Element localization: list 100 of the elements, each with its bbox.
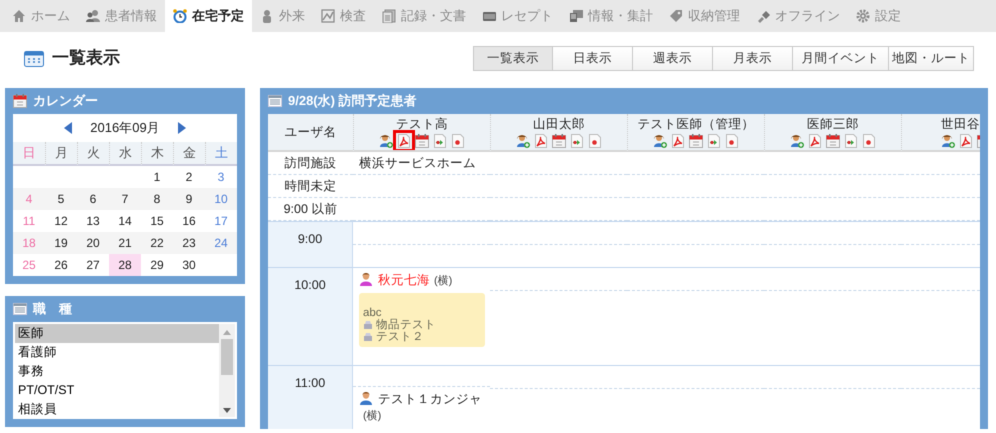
patient-name[interactable]: テスト１カンジャ — [378, 392, 482, 406]
box-icon — [363, 320, 373, 330]
card-icon — [482, 9, 496, 23]
weekday-header: 水 — [109, 142, 141, 166]
column-header: ユーザ名 — [284, 124, 336, 141]
job-type-list[interactable]: 医師 看護師 事務 PT/OT/ST 相談員 — [13, 322, 237, 419]
document-icon[interactable] — [862, 134, 876, 148]
calendar-day[interactable]: 10 — [205, 188, 237, 210]
panel-title: 9/28(水) 訪問予定患者 — [288, 92, 417, 110]
facility-name: 横浜サービスホーム — [359, 154, 476, 172]
user-name: 山田太郎 — [533, 116, 585, 132]
view-tab[interactable]: 日表示 — [552, 46, 633, 70]
add-person-icon[interactable] — [790, 134, 804, 148]
patient-name[interactable]: 秋元七海 — [378, 273, 430, 287]
pdf-icon[interactable] — [534, 134, 548, 148]
page-title: 一覧表示 — [52, 47, 120, 70]
calendar-icon[interactable] — [415, 134, 429, 148]
tag-icon — [669, 9, 683, 23]
prev-arrow-icon[interactable] — [64, 122, 72, 134]
add-person-icon[interactable] — [653, 134, 667, 148]
calendar-day[interactable]: 14 — [109, 210, 141, 232]
calendar-day[interactable]: 27 — [77, 254, 109, 276]
user-name: テスト医師（管理） — [638, 116, 754, 132]
document-arrow-icon[interactable] — [433, 134, 447, 148]
panel-title: カレンダー — [33, 92, 98, 110]
job-type-option[interactable]: 事務 — [15, 362, 219, 381]
home-icon — [12, 9, 26, 23]
pdf-icon[interactable] — [671, 134, 685, 148]
calendar-day[interactable]: 23 — [173, 232, 205, 254]
document-icon — [382, 9, 396, 23]
document-icon[interactable] — [451, 134, 465, 148]
weekday-header: 金 — [173, 142, 205, 166]
scroll-down-icon[interactable] — [223, 408, 231, 413]
calendar-day[interactable]: 20 — [77, 232, 109, 254]
view-tab[interactable]: 地図・ルート — [888, 46, 974, 70]
calendar-day[interactable]: 3 — [205, 166, 237, 188]
calendar-day[interactable]: 1 — [141, 166, 173, 188]
calendar-day[interactable]: 30 — [173, 254, 205, 276]
user-name: 医師三郎 — [807, 116, 859, 132]
facility-label: (横) — [434, 275, 452, 287]
add-person-icon[interactable] — [516, 134, 530, 148]
list-icon — [13, 303, 27, 315]
calendar-day[interactable]: 21 — [109, 232, 141, 254]
job-type-option[interactable]: PT/OT/ST — [15, 381, 219, 400]
view-tab[interactable]: 月表示 — [712, 46, 793, 70]
pdf-icon[interactable] — [959, 134, 973, 148]
document-icon[interactable] — [725, 134, 739, 148]
row-label: 訪問施設 — [284, 154, 336, 172]
weekday-header: 月 — [45, 142, 77, 166]
person-icon — [359, 272, 373, 286]
calendar-day[interactable]: 22 — [141, 232, 173, 254]
scrollbar[interactable] — [219, 324, 235, 417]
calendar-day[interactable]: 15 — [141, 210, 173, 232]
row-label: 時間未定 — [284, 178, 336, 195]
calendar-day[interactable]: 26 — [45, 254, 77, 276]
document-icon[interactable] — [588, 134, 602, 148]
calendar-day[interactable]: 12 — [45, 210, 77, 232]
weekday-header: 日 — [13, 142, 45, 166]
note-text: abc — [363, 306, 382, 319]
calendar-icon[interactable] — [826, 134, 840, 148]
nav-tab[interactable]: 在宅予定 — [165, 0, 252, 32]
calendar-day[interactable]: 2 — [173, 166, 205, 188]
note-item: 物品テスト — [376, 318, 436, 331]
job-type-option[interactable]: 相談員 — [15, 400, 219, 417]
document-arrow-icon[interactable] — [707, 134, 721, 148]
scroll-thumb[interactable] — [221, 338, 233, 374]
next-arrow-icon[interactable] — [178, 122, 186, 134]
add-person-icon[interactable] — [941, 134, 955, 148]
weekday-header: 木 — [141, 142, 173, 166]
calendar-day[interactable]: 8 — [141, 188, 173, 210]
pdf-icon[interactable] — [808, 134, 822, 148]
job-type-option[interactable]: 看護師 — [15, 343, 219, 362]
calendar-day[interactable]: 28 — [109, 254, 141, 276]
calendar-day[interactable]: 29 — [141, 254, 173, 276]
calendar-icon[interactable] — [689, 134, 703, 148]
settings-icon — [856, 9, 870, 23]
calendar-day[interactable]: 19 — [45, 232, 77, 254]
calendar-icon[interactable] — [552, 134, 566, 148]
calendar-day[interactable]: 17 — [205, 210, 237, 232]
calendar-day[interactable]: 13 — [77, 210, 109, 232]
view-tab[interactable]: 月間イベント — [792, 46, 889, 70]
view-tab[interactable]: 一覧表示 — [473, 46, 553, 70]
job-type-option[interactable]: 医師 — [15, 324, 219, 343]
document-arrow-icon[interactable] — [570, 134, 584, 148]
calendar-month: 2016年09月 — [90, 119, 160, 138]
person-icon — [359, 391, 373, 405]
box-icon — [363, 332, 373, 342]
calendar-day[interactable]: 16 — [173, 210, 205, 232]
add-person-icon[interactable] — [379, 134, 393, 148]
plug-icon — [756, 9, 770, 23]
people-icon — [86, 9, 100, 23]
calendar-day[interactable]: 6 — [77, 188, 109, 210]
calendar-day[interactable]: 7 — [109, 188, 141, 210]
view-tab[interactable]: 週表示 — [632, 46, 713, 70]
time-label: 10:00 — [294, 277, 326, 294]
calendar-day[interactable]: 9 — [173, 188, 205, 210]
calendar-day[interactable]: 24 — [205, 232, 237, 254]
document-arrow-icon[interactable] — [844, 134, 858, 148]
calendar-day[interactable]: 5 — [45, 188, 77, 210]
person-icon — [260, 9, 274, 23]
